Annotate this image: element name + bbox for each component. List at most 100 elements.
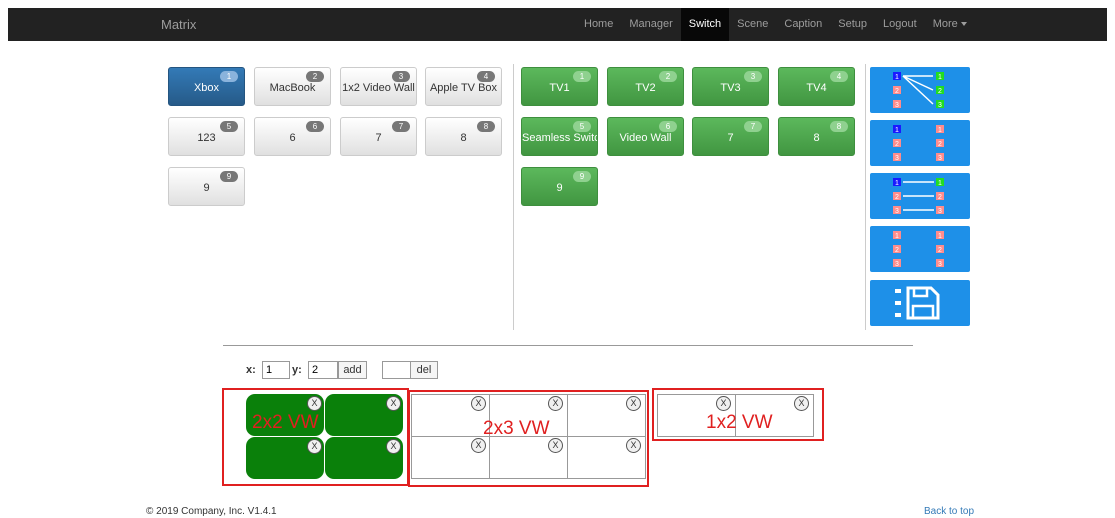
output-button-4[interactable]: 4 TV4	[778, 67, 855, 106]
svg-text:2: 2	[938, 247, 942, 254]
output-badge: 5	[573, 121, 591, 132]
nav-caption[interactable]: Caption	[776, 8, 830, 41]
output-label: TV2	[635, 82, 656, 94]
source-button-7[interactable]: 77	[340, 117, 417, 156]
all-to-one-icon: 1 2 3 1 2 3	[893, 72, 944, 109]
output-badge: 2	[659, 71, 677, 82]
disconnect-button[interactable]: 1 2 3 1 2 3	[870, 226, 970, 272]
source-button-8[interactable]: 88	[425, 117, 502, 156]
del-button[interactable]: del	[410, 361, 438, 379]
x-input[interactable]	[262, 361, 290, 379]
source-badge: 7	[392, 121, 410, 132]
output-label: Video Wall	[619, 132, 672, 144]
source-label: 123	[197, 132, 216, 144]
navbar: Matrix Home Manager Switch Scene Caption…	[8, 8, 1107, 41]
output-button-7[interactable]: 77	[692, 117, 769, 156]
clear-all-button[interactable]: 1 2 3 1 2 3	[870, 120, 970, 166]
source-badge: 8	[477, 121, 495, 132]
source-button-6[interactable]: 66	[254, 117, 331, 156]
svg-text:3: 3	[938, 102, 942, 109]
svg-text:3: 3	[938, 261, 942, 268]
divider	[865, 64, 866, 330]
source-label: Xbox	[193, 82, 220, 94]
svg-text:3: 3	[938, 208, 942, 215]
svg-text:3: 3	[895, 261, 899, 268]
source-label: 8	[460, 132, 467, 144]
svg-text:1: 1	[938, 74, 942, 81]
output-button-3[interactable]: 3 TV3	[692, 67, 769, 106]
output-button-8[interactable]: 88	[778, 117, 855, 156]
source-button-3[interactable]: 3 1x2 Video Wall	[340, 67, 417, 106]
svg-text:2: 2	[938, 194, 942, 201]
nav-setup[interactable]: Setup	[830, 8, 875, 41]
all-to-one-button[interactable]: 1 2 3 1 2 3	[870, 67, 970, 113]
output-label: 7	[727, 132, 734, 144]
svg-text:2: 2	[895, 194, 899, 201]
back-to-top-link[interactable]: Back to top	[924, 506, 974, 517]
output-button-6[interactable]: 6 Video Wall	[607, 117, 684, 156]
y-input[interactable]	[308, 361, 338, 379]
output-label: Seamless Switch	[522, 132, 597, 144]
source-label: Apple TV Box	[429, 82, 498, 94]
nav-menu: Home Manager Switch Scene Caption Setup …	[576, 8, 975, 41]
divider	[223, 345, 913, 346]
source-button-9[interactable]: 99	[168, 167, 245, 206]
nav-switch[interactable]: Switch	[680, 8, 730, 41]
footer-copyright: © 2019 Company, Inc. V1.4.1	[146, 506, 277, 517]
nav-manager[interactable]: Manager	[621, 8, 680, 41]
x-label: x:	[246, 364, 256, 376]
caret-down-icon	[960, 22, 967, 27]
output-label: 8	[813, 132, 820, 144]
output-label: TV3	[720, 82, 741, 94]
output-badge: 1	[573, 71, 591, 82]
source-label: MacBook	[269, 82, 316, 94]
save-button[interactable]	[870, 280, 970, 326]
nav-more-dropdown[interactable]: More	[925, 8, 975, 41]
svg-text:2: 2	[938, 88, 942, 95]
source-badge: 5	[220, 121, 238, 132]
source-badge: 1	[220, 71, 238, 82]
source-label: 9	[203, 182, 210, 194]
del-input[interactable]	[382, 361, 411, 379]
source-button-5[interactable]: 5 123	[168, 117, 245, 156]
output-label: TV4	[806, 82, 827, 94]
source-label: 6	[289, 132, 296, 144]
disconnect-icon: 1 2 3 1 2 3	[893, 231, 944, 268]
output-badge: 6	[659, 121, 677, 132]
output-button-9[interactable]: 99	[521, 167, 598, 206]
annotation-box	[222, 388, 409, 486]
source-label: 1x2 Video Wall	[342, 82, 415, 94]
y-label: y:	[292, 364, 302, 376]
svg-text:1: 1	[895, 233, 899, 240]
source-label: 7	[375, 132, 382, 144]
annotation-label: 2x3 VW	[483, 418, 550, 439]
output-badge: 3	[744, 71, 762, 82]
output-button-5[interactable]: 5Seamless Switch	[521, 117, 598, 156]
one-to-one-icon: 1 2 3 1 2 3	[893, 178, 944, 215]
svg-text:1: 1	[938, 127, 942, 134]
source-button-1[interactable]: 1 Xbox	[168, 67, 245, 106]
brand[interactable]: Matrix	[161, 17, 196, 32]
one-to-one-button[interactable]: 1 2 3 1 2 3	[870, 173, 970, 219]
nav-more-label: More	[932, 18, 958, 30]
output-badge: 8	[830, 121, 848, 132]
svg-text:3: 3	[895, 102, 899, 109]
output-button-1[interactable]: 1 TV1	[521, 67, 598, 106]
clear-all-icon: 1 2 3 1 2 3	[893, 125, 944, 162]
output-label: TV1	[549, 82, 570, 94]
nav-home[interactable]: Home	[576, 8, 621, 41]
svg-text:1: 1	[895, 180, 899, 187]
svg-text:3: 3	[895, 155, 899, 162]
svg-text:1: 1	[895, 127, 899, 134]
svg-text:2: 2	[895, 141, 899, 148]
svg-text:3: 3	[938, 155, 942, 162]
nav-scene[interactable]: Scene	[729, 8, 776, 41]
output-badge: 4	[830, 71, 848, 82]
add-button[interactable]: add	[338, 361, 367, 379]
output-button-2[interactable]: 2 TV2	[607, 67, 684, 106]
source-button-2[interactable]: 2 MacBook	[254, 67, 331, 106]
divider	[513, 64, 514, 330]
nav-logout[interactable]: Logout	[875, 8, 925, 41]
output-label: 9	[556, 182, 563, 194]
source-button-4[interactable]: 4 Apple TV Box	[425, 67, 502, 106]
